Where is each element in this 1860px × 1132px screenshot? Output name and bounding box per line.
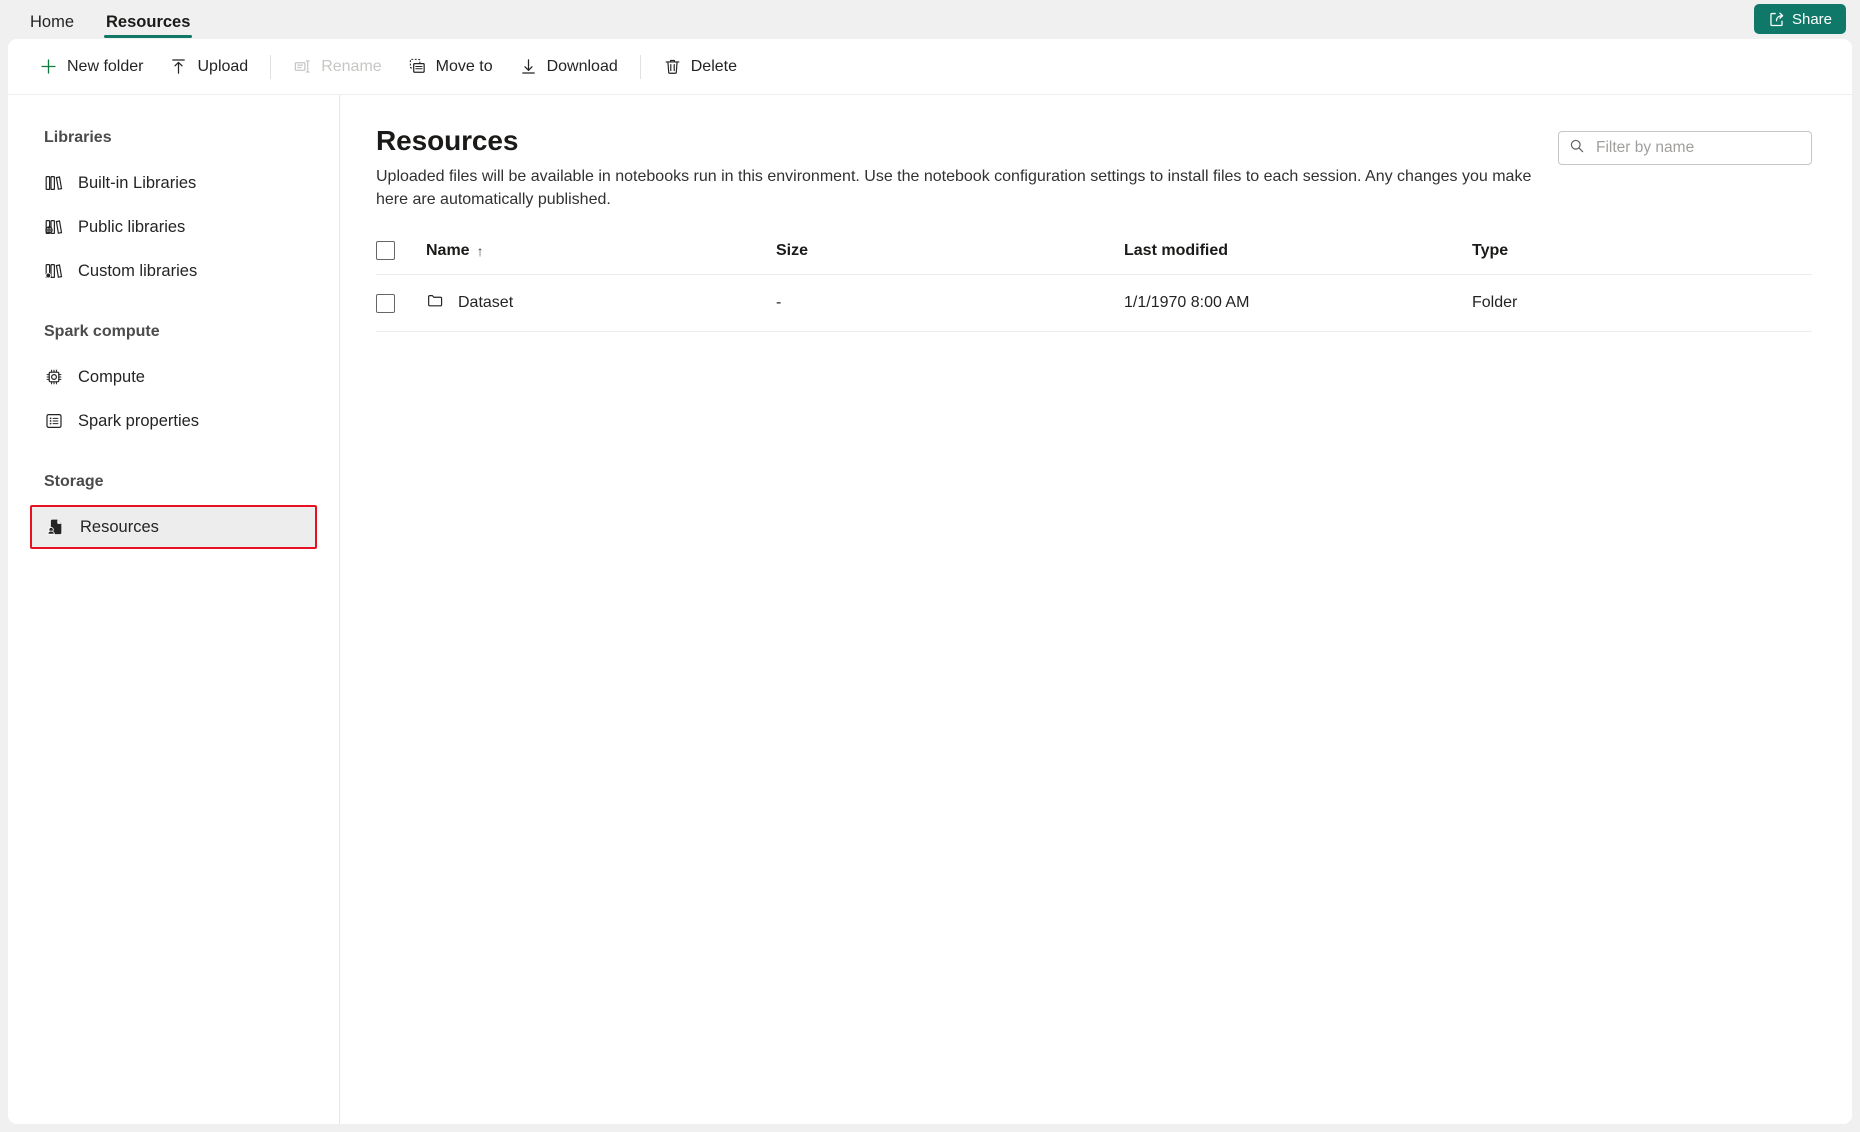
toolbar-separator-1 (270, 54, 272, 79)
sidebar-item-label: Built-in Libraries (78, 173, 197, 192)
delete-button[interactable]: Delete (650, 49, 750, 85)
row-size-cell: - (776, 274, 1124, 333)
page-title: Resources (376, 125, 519, 156)
sidebar-item-custom-libraries[interactable]: Custom libraries (30, 249, 317, 293)
main-content: Resources Uploaded files will be availab… (340, 95, 1852, 1124)
row-name-label: Dataset (458, 294, 514, 312)
list-icon (44, 411, 64, 431)
search-icon (1569, 138, 1585, 159)
download-button[interactable]: Download (506, 49, 631, 85)
page-description: Uploaded files will be available in note… (376, 168, 1532, 208)
rename-button[interactable]: Rename (280, 49, 394, 85)
column-header-type-label: Type (1472, 241, 1509, 259)
files-table-head: Name ↑ Size Last modified Type (376, 241, 1812, 276)
row-type-cell: Folder (1472, 274, 1812, 333)
sidebar-item-compute[interactable]: Compute (30, 355, 317, 399)
table-row[interactable]: Dataset - 1/1/1970 8:00 AM Folder (376, 274, 1812, 333)
new-folder-button[interactable]: New folder (26, 49, 156, 85)
sidebar-item-public-libraries[interactable]: Public libraries (30, 205, 317, 249)
share-icon (1768, 11, 1785, 28)
share-button[interactable]: Share (1753, 4, 1846, 34)
main-header-text: Resources Uploaded files will be availab… (376, 125, 1558, 211)
column-header-size[interactable]: Size (776, 241, 1124, 276)
sidebar-group-libraries-title: Libraries (44, 129, 112, 146)
upload-button[interactable]: Upload (156, 49, 261, 85)
tab-home-label: Home (30, 12, 75, 31)
new-folder-label: New folder (67, 57, 144, 75)
top-bar: Home Resources Share (0, 0, 1860, 39)
upload-icon (169, 57, 188, 76)
tab-resources[interactable]: Resources (90, 12, 206, 40)
files-table: Name ↑ Size Last modified Type Dataset -… (376, 241, 1812, 333)
filter-box[interactable] (1558, 131, 1812, 165)
delete-label: Delete (690, 57, 737, 75)
column-header-last-modified[interactable]: Last modified (1124, 241, 1472, 276)
resources-icon (46, 517, 66, 537)
sidebar-item-label: Resources (80, 517, 159, 536)
column-header-size-label: Size (776, 241, 809, 259)
sort-ascending-icon: ↑ (476, 242, 484, 259)
sidebar-item-built-in-libraries[interactable]: Built-in Libraries (30, 161, 317, 205)
share-label: Share (1791, 10, 1832, 28)
select-all-checkbox[interactable] (376, 241, 395, 261)
chip-icon (44, 367, 64, 387)
main-header: Resources Uploaded files will be availab… (376, 125, 1812, 211)
row-checkbox[interactable] (376, 293, 395, 313)
upload-label: Upload (197, 57, 249, 75)
sidebar-item-label: Spark properties (78, 411, 200, 430)
page-body: Libraries Built-in Libraries Public libr… (8, 95, 1852, 1124)
download-label: Download (546, 57, 618, 75)
sidebar-group-storage-title: Storage (44, 473, 104, 490)
sidebar: Libraries Built-in Libraries Public libr… (8, 95, 340, 1124)
move-to-button[interactable]: Move to (395, 49, 506, 85)
search-input[interactable] (1594, 138, 1801, 158)
move-to-icon (408, 57, 427, 76)
column-header-last-modified-label: Last modified (1124, 241, 1229, 259)
row-last-modified-cell: 1/1/1970 8:00 AM (1124, 274, 1472, 333)
folder-icon (426, 291, 445, 315)
column-header-name-label: Name (426, 241, 470, 259)
sidebar-group-libraries: Libraries Built-in Libraries Public libr… (8, 129, 339, 293)
sidebar-item-spark-properties[interactable]: Spark properties (30, 399, 317, 443)
sidebar-item-label: Compute (78, 367, 145, 386)
table-header-row: Name ↑ Size Last modified Type (376, 241, 1812, 276)
sidebar-item-label: Public libraries (78, 217, 186, 236)
trash-icon (663, 57, 682, 76)
plus-icon (39, 57, 58, 76)
sidebar-group-storage: Storage Resources (8, 473, 339, 549)
sidebar-item-label: Custom libraries (78, 261, 198, 280)
sidebar-item-resources[interactable]: Resources (30, 505, 317, 549)
toolbar-separator-2 (639, 54, 641, 79)
row-select-cell (376, 274, 426, 333)
tab-resources-label: Resources (106, 12, 191, 31)
download-icon (519, 57, 538, 76)
move-to-label: Move to (435, 57, 493, 75)
column-header-type[interactable]: Type (1472, 241, 1812, 276)
custom-books-icon (44, 261, 64, 281)
books-icon (44, 173, 64, 193)
files-table-body: Dataset - 1/1/1970 8:00 AM Folder (376, 274, 1812, 333)
sidebar-group-spark-compute: Spark compute Compute Spark properties (8, 323, 339, 443)
command-bar: New folder Upload Rename Move to Downloa… (8, 39, 1852, 95)
public-books-icon (44, 217, 64, 237)
column-header-name[interactable]: Name ↑ (426, 241, 776, 276)
tab-strip: Home Resources (14, 0, 206, 39)
sidebar-group-spark-compute-title: Spark compute (44, 323, 160, 340)
tab-home[interactable]: Home (14, 12, 90, 40)
content-surface: New folder Upload Rename Move to Downloa… (8, 39, 1852, 1124)
select-all-header (376, 241, 426, 276)
row-name-cell: Dataset (426, 274, 776, 333)
rename-icon (293, 57, 312, 76)
rename-label: Rename (321, 57, 382, 75)
